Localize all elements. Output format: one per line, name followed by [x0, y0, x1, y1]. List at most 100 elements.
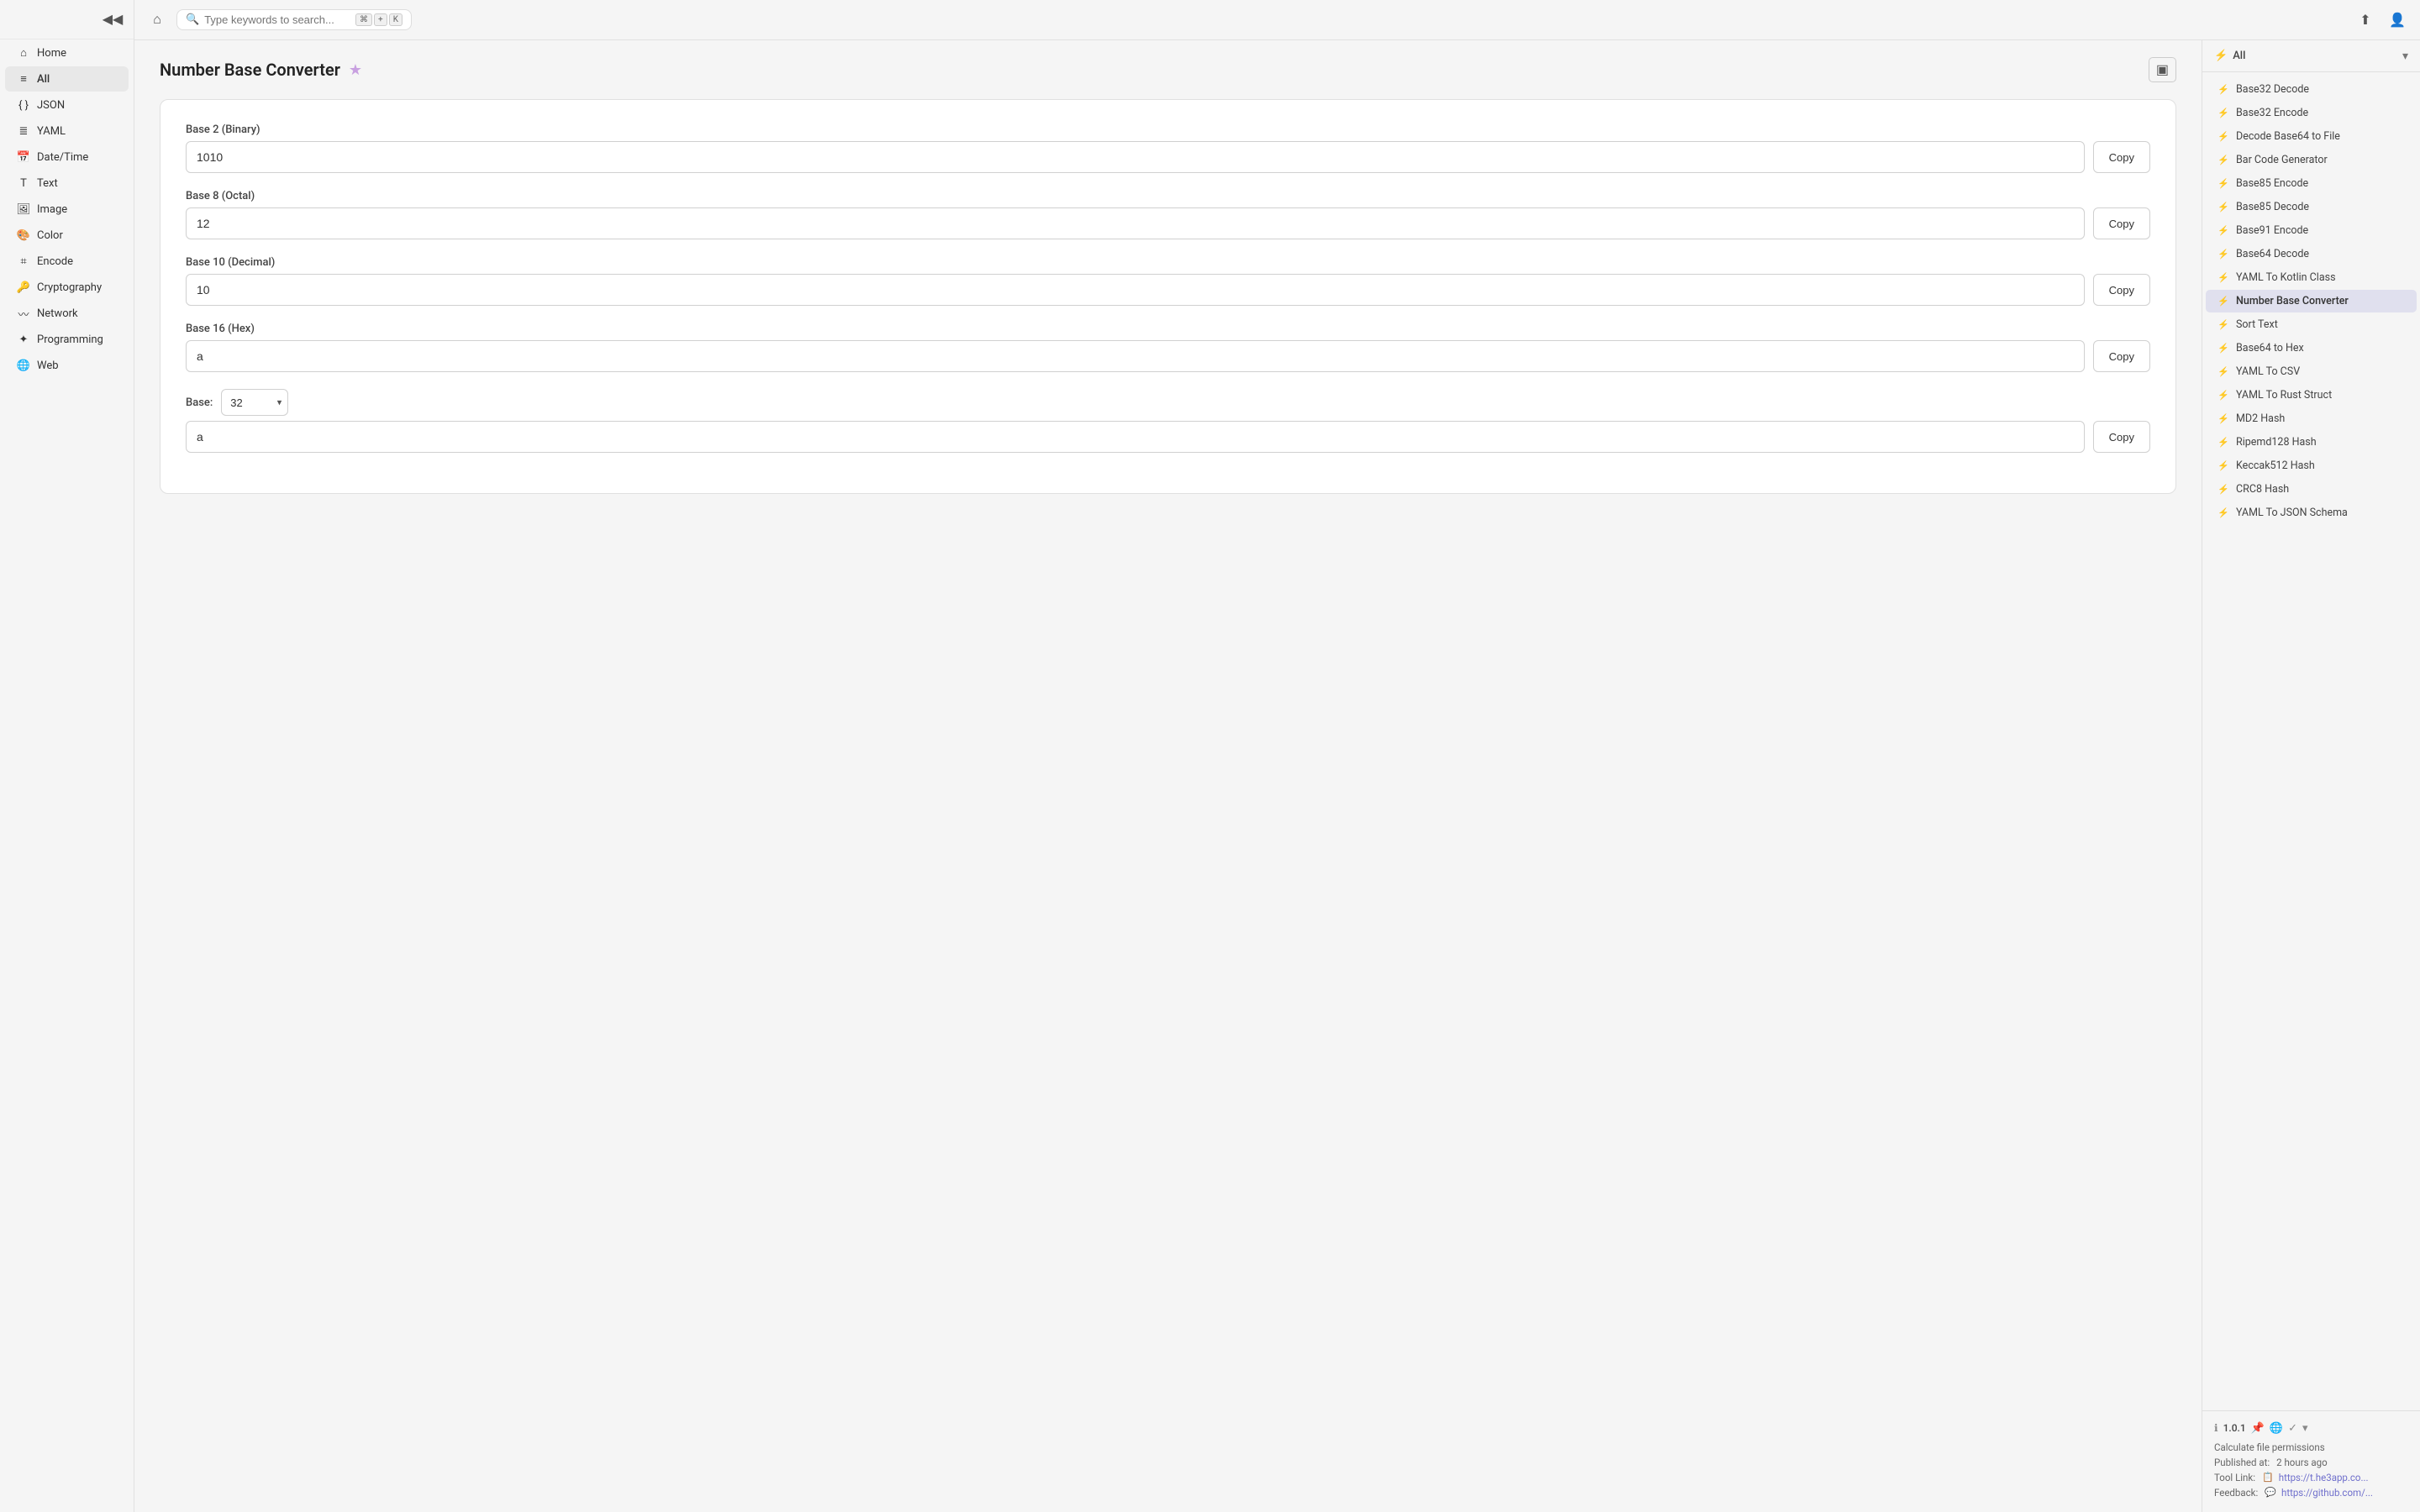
right-panel-item-label: YAML To Kotlin Class [2236, 271, 2336, 284]
base10-input[interactable] [186, 274, 2085, 306]
footer-expand-button[interactable]: ▾ [2302, 1421, 2308, 1435]
base8-input[interactable] [186, 207, 2085, 239]
right-panel-item[interactable]: ⚡ Base32 Decode [2206, 78, 2417, 101]
right-panel-item-label: Base64 to Hex [2236, 342, 2304, 354]
sidebar-label-json: JSON [37, 99, 65, 112]
base16-input[interactable] [186, 340, 2085, 372]
right-panel-item-icon: ⚡ [2217, 272, 2229, 284]
footer-published-label: Published at: [2214, 1457, 2270, 1468]
footer-tool-link[interactable]: https://t.he3app.co... [2279, 1472, 2369, 1483]
account-button[interactable]: 👤 [2385, 8, 2410, 33]
right-panel-item[interactable]: ⚡ Ripemd128 Hash [2206, 431, 2417, 454]
field-group-base16: Base 16 (Hex) Copy [186, 323, 2150, 372]
sidebar-label-color: Color [37, 229, 63, 242]
sidebar-item-datetime[interactable]: 📅 Date/Time [5, 144, 129, 170]
right-panel-item[interactable]: ⚡ YAML To CSV [2206, 360, 2417, 383]
right-panel-item-icon: ⚡ [2217, 178, 2229, 190]
right-panel-item[interactable]: ⚡ Sort Text [2206, 313, 2417, 336]
favorite-button[interactable]: ★ [349, 61, 362, 79]
sidebar-item-web[interactable]: 🌐 Web [5, 353, 129, 378]
panel-toggle-button[interactable]: ▣ [2149, 57, 2176, 82]
right-panel-item[interactable]: ⚡ MD2 Hash [2206, 407, 2417, 430]
base2-input[interactable] [186, 141, 2085, 173]
right-panel-item-icon: ⚡ [2217, 460, 2229, 472]
content-area: Number Base Converter ★ ▣ Base 2 (Binary… [134, 40, 2420, 1512]
right-panel-item[interactable]: ⚡ Base64 to Hex [2206, 337, 2417, 360]
right-panel-item-label: CRC8 Hash [2236, 483, 2289, 496]
sidebar-item-all[interactable]: ≡ All [5, 66, 129, 92]
right-panel-item[interactable]: ⚡ Base85 Decode [2206, 196, 2417, 218]
sidebar-label-network: Network [37, 307, 78, 320]
share-button[interactable]: ⬆ [2353, 8, 2378, 33]
collapse-sidebar-button[interactable]: ◀◀ [100, 7, 125, 32]
right-panel-item-icon: ⚡ [2217, 155, 2229, 166]
field-row-base16: Copy [186, 340, 2150, 372]
right-panel-item[interactable]: ⚡ Base91 Encode [2206, 219, 2417, 242]
footer-feedback-link[interactable]: https://github.com/... [2281, 1487, 2373, 1499]
copy-custom-base-button[interactable]: Copy [2093, 421, 2150, 453]
sidebar-item-programming[interactable]: ✦ Programming [5, 327, 129, 352]
sidebar-item-encode[interactable]: ⌗ Encode [5, 249, 129, 274]
right-panel-item[interactable]: ⚡ YAML To Kotlin Class [2206, 266, 2417, 289]
base-prefix-label: Base: [186, 396, 213, 409]
copy-base2-button[interactable]: Copy [2093, 141, 2150, 173]
right-panel-item[interactable]: ⚡ YAML To Rust Struct [2206, 384, 2417, 407]
right-panel-item-label: Base85 Encode [2236, 177, 2308, 190]
sidebar-item-image[interactable]: 🖼 Image [5, 197, 129, 222]
footer-check-button[interactable]: ✓ [2288, 1421, 2297, 1435]
right-panel-item-label: MD2 Hash [2236, 412, 2285, 425]
sidebar-item-home[interactable]: ⌂ Home [5, 40, 129, 66]
right-panel-item-icon: ⚡ [2217, 131, 2229, 143]
footer-tool-link-label: Tool Link: [2214, 1472, 2255, 1483]
sidebar-icon-programming: ✦ [17, 333, 30, 346]
right-panel-item[interactable]: ⚡ CRC8 Hash [2206, 478, 2417, 501]
footer-pin-button[interactable]: 📌 [2251, 1421, 2265, 1435]
footer-published-value: 2 hours ago [2276, 1457, 2328, 1468]
right-panel-item[interactable]: ⚡ Keccak512 Hash [2206, 454, 2417, 477]
kbd-k: K [389, 13, 402, 26]
right-panel-item[interactable]: ⚡ Number Base Converter [2206, 290, 2417, 312]
sidebar-item-color[interactable]: 🎨 Color [5, 223, 129, 248]
right-panel-item-icon: ⚡ [2217, 249, 2229, 260]
field-label-base2: Base 2 (Binary) [186, 123, 2150, 136]
right-panel-item[interactable]: ⚡ Decode Base64 to File [2206, 125, 2417, 148]
footer-globe-button[interactable]: 🌐 [2270, 1421, 2283, 1435]
right-panel-item[interactable]: ⚡ Base64 Decode [2206, 243, 2417, 265]
sidebar-icon-encode: ⌗ [17, 255, 30, 268]
field-group-base2: Base 2 (Binary) Copy [186, 123, 2150, 173]
sidebar-icon-json: { } [17, 98, 30, 112]
sidebar-item-text[interactable]: T Text [5, 171, 129, 196]
sidebar-icon-network: 〰 [17, 307, 30, 320]
copy-base10-button[interactable]: Copy [2093, 274, 2150, 306]
home-button[interactable]: ⌂ [145, 8, 170, 33]
right-panel-item[interactable]: ⚡ YAML To JSON Schema [2206, 501, 2417, 524]
base-select[interactable]: 248163236586264 [221, 389, 288, 416]
footer-version-row: ℹ 1.0.1 📌 🌐 ✓ ▾ [2214, 1421, 2408, 1435]
right-panel-chevron-button[interactable]: ▾ [2402, 49, 2408, 63]
custom-base-field-row: a Copy [186, 421, 2150, 453]
right-panel: ⚡ All ▾ ⚡ Base32 Decode ⚡ Base32 Encode … [2202, 40, 2420, 1512]
copy-base8-button[interactable]: Copy [2093, 207, 2150, 239]
right-panel-item[interactable]: ⚡ Bar Code Generator [2206, 149, 2417, 171]
copy-base16-button[interactable]: Copy [2093, 340, 2150, 372]
right-panel-item-icon: ⚡ [2217, 366, 2229, 378]
right-panel-item[interactable]: ⚡ Base32 Encode [2206, 102, 2417, 124]
search-input[interactable] [204, 13, 350, 26]
right-panel-item[interactable]: ⚡ Base85 Encode [2206, 172, 2417, 195]
custom-base-input[interactable]: a [186, 421, 2085, 453]
sidebar-label-cryptography: Cryptography [37, 281, 102, 294]
field-group-base10: Base 10 (Decimal) Copy [186, 256, 2150, 306]
right-panel-item-label: Base32 Encode [2236, 107, 2308, 119]
field-row-base2: Copy [186, 141, 2150, 173]
main-wrapper: ⌂ 🔍 ⌘ + K ⬆ 👤 Number Base Converter ★ ▣ [134, 0, 2420, 1512]
sidebar-item-network[interactable]: 〰 Network [5, 301, 129, 326]
sidebar-item-json[interactable]: { } JSON [5, 92, 129, 118]
right-panel-item-icon: ⚡ [2217, 319, 2229, 331]
sidebar-nav: ⌂ Home ≡ All { } JSON ≣ YAML 📅 Date/Time… [0, 39, 134, 379]
sidebar-icon-home: ⌂ [17, 46, 30, 60]
sidebar-item-yaml[interactable]: ≣ YAML [5, 118, 129, 144]
sidebar-item-cryptography[interactable]: 🔑 Cryptography [5, 275, 129, 300]
sidebar-label-home: Home [37, 47, 66, 60]
right-panel-item-icon: ⚡ [2217, 108, 2229, 119]
right-panel-item-icon: ⚡ [2217, 343, 2229, 354]
